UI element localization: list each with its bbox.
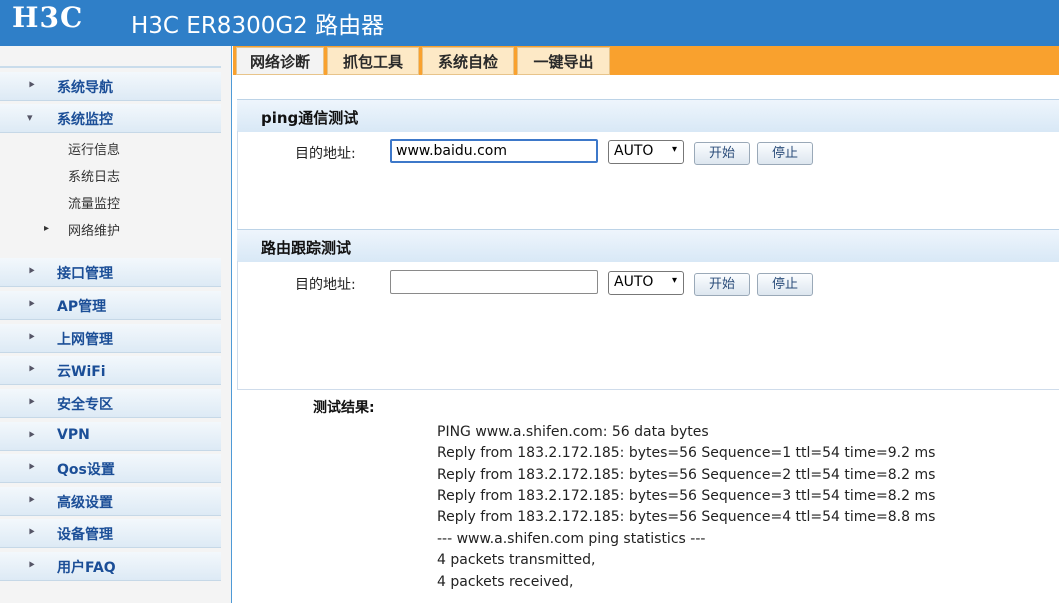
- ping-start-button[interactable]: 开始: [694, 142, 750, 165]
- app-header: H3C H3C ER8300G2 路由器: [0, 0, 1059, 46]
- trace-dest-input[interactable]: [390, 270, 598, 294]
- brand-logo: H3C: [12, 1, 84, 34]
- trace-mode-value: AUTO: [614, 274, 654, 290]
- sidebar-subitem-system-log[interactable]: 系统日志: [68, 166, 120, 185]
- chevron-down-icon: ▾: [671, 275, 677, 286]
- ping-mode-select[interactable]: AUTO ▾: [608, 140, 684, 164]
- ping-dest-input[interactable]: [390, 139, 598, 163]
- trace-start-button[interactable]: 开始: [694, 273, 750, 296]
- sidebar-item-label: 接口管理: [57, 266, 113, 282]
- sidebar-item-label: 安全专区: [57, 397, 113, 413]
- trace-section-header: 路由跟踪测试: [237, 229, 1059, 262]
- sidebar-item-ap[interactable]: ⯈ AP管理: [0, 291, 221, 320]
- sidebar-item-label: 系统导航: [57, 80, 113, 96]
- expand-arrow-icon: ⯈: [27, 429, 36, 442]
- expand-arrow-icon: ⯈: [27, 526, 36, 539]
- ping-dest-label: 目的地址:: [295, 146, 356, 162]
- tab-packet-capture[interactable]: 抓包工具: [327, 47, 419, 75]
- expand-arrow-icon: ⯈: [27, 461, 36, 474]
- sidebar-item-label: Qos设置: [57, 462, 115, 478]
- tab-one-click-export[interactable]: 一键导出: [517, 47, 610, 75]
- expand-arrow-icon: ⯈: [27, 396, 36, 409]
- expand-arrow-icon: ⯈: [27, 331, 36, 344]
- sidebar-item-vpn[interactable]: ⯈ VPN: [0, 422, 221, 451]
- expand-arrow-icon: ⯈: [27, 79, 36, 92]
- chevron-down-icon: ▾: [671, 144, 677, 155]
- sidebar-item-faq[interactable]: ⯈ 用户FAQ: [0, 552, 221, 581]
- result-line: PING www.a.shifen.com: 56 data bytes: [437, 424, 709, 440]
- results-label: 测试结果:: [313, 400, 375, 416]
- expand-arrow-icon: ⯈: [27, 559, 36, 572]
- ping-stop-button[interactable]: 停止: [757, 142, 813, 165]
- sidebar-item-advanced[interactable]: ⯈ 高级设置: [0, 487, 221, 516]
- sidebar-item-label: 高级设置: [57, 495, 113, 511]
- sidebar-item-security[interactable]: ⯈ 安全专区: [0, 389, 221, 418]
- sidebar-item-internet[interactable]: ⯈ 上网管理: [0, 324, 221, 353]
- result-line: --- www.a.shifen.com ping statistics ---: [437, 531, 706, 547]
- result-line: Reply from 183.2.172.185: bytes=56 Seque…: [437, 488, 936, 504]
- result-line: Reply from 183.2.172.185: bytes=56 Seque…: [437, 445, 936, 461]
- expand-arrow-icon: ⯈: [27, 363, 36, 376]
- sidebar-item-cloud-wifi[interactable]: ⯈ 云WiFi: [0, 356, 221, 385]
- expand-arrow-icon: ⯈: [27, 494, 36, 507]
- sidebar-item-label: 设备管理: [57, 527, 113, 543]
- expand-arrow-icon: ⯈: [27, 265, 36, 278]
- trace-section-title: 路由跟踪测试: [261, 239, 352, 257]
- result-line: Reply from 183.2.172.185: bytes=56 Seque…: [437, 509, 936, 525]
- sidebar-item-device[interactable]: ⯈ 设备管理: [0, 519, 221, 548]
- sidebar-item-label: 云WiFi: [57, 364, 106, 380]
- result-line: 4 packets transmitted,: [437, 552, 596, 568]
- sidebar-item-label: 用户FAQ: [57, 560, 116, 576]
- trace-stop-button[interactable]: 停止: [757, 273, 813, 296]
- sidebar-subitem-network-maintenance[interactable]: 网络维护: [68, 220, 120, 239]
- sidebar-subitem-run-info[interactable]: 运行信息: [68, 139, 120, 158]
- selected-arrow-icon: ▸: [44, 223, 50, 234]
- ping-mode-value: AUTO: [614, 143, 654, 159]
- ping-section-title: ping通信测试: [261, 109, 359, 127]
- trace-mode-select[interactable]: AUTO ▾: [608, 271, 684, 295]
- sidebar-subitem-traffic-monitor[interactable]: 流量监控: [68, 193, 120, 212]
- expand-arrow-icon: ⯈: [27, 298, 36, 311]
- sidebar-divider: [0, 66, 221, 68]
- tab-self-check[interactable]: 系统自检: [422, 47, 514, 75]
- trace-dest-label: 目的地址:: [295, 277, 356, 293]
- result-line: 4 packets received,: [437, 574, 574, 590]
- result-line: Reply from 183.2.172.185: bytes=56 Seque…: [437, 467, 936, 483]
- sidebar-item-interface[interactable]: ⯈ 接口管理: [0, 258, 221, 287]
- collapse-arrow-icon: ▾: [27, 111, 33, 124]
- sidebar-item-system-nav[interactable]: ⯈ 系统导航: [0, 72, 221, 101]
- sidebar-item-label: 系统监控: [57, 112, 113, 128]
- sidebar-item-label: VPN: [57, 427, 90, 443]
- sidebar-item-label: 上网管理: [57, 332, 113, 348]
- sidebar-item-system-monitor[interactable]: ▾ 系统监控: [0, 104, 221, 133]
- page-title: H3C ER8300G2 路由器: [131, 13, 385, 39]
- tab-network-diagnosis[interactable]: 网络诊断: [236, 47, 324, 75]
- sidebar-item-label: AP管理: [57, 299, 107, 315]
- ping-section-header: ping通信测试: [237, 99, 1059, 132]
- sidebar-item-qos[interactable]: ⯈ Qos设置: [0, 454, 221, 483]
